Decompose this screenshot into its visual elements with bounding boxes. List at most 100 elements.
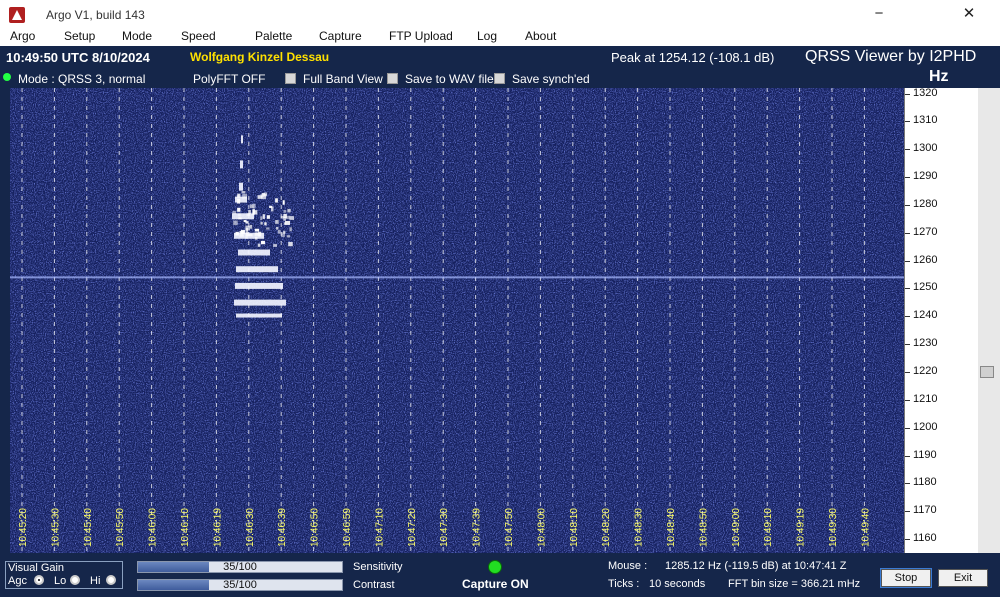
save-synched-checkbox[interactable] [494, 73, 505, 84]
frequency-tick [905, 427, 910, 429]
signal-speckle [254, 236, 258, 240]
signal-speckle [254, 232, 260, 236]
level-slider-knob[interactable] [980, 366, 994, 378]
frequency-label: 1230 [913, 337, 938, 350]
signal-speckle [288, 242, 293, 247]
save-wav-checkbox[interactable] [387, 73, 398, 84]
exit-button[interactable]: Exit [938, 569, 988, 587]
signal-speckle [233, 220, 238, 226]
frequency-tick [905, 288, 910, 290]
agc-radio[interactable] [34, 575, 44, 585]
signal-speckle [248, 210, 251, 215]
signal-blob [239, 182, 243, 191]
contrast-slider[interactable]: 35/100 [137, 579, 343, 591]
frequency-label: 1180 [913, 476, 937, 489]
time-label: 10:48:20 [601, 508, 612, 547]
utc-clock: 10:49:50 UTC 8/10/2024 [6, 50, 150, 65]
frequency-tick [905, 204, 910, 206]
agc-label: Agc [8, 575, 27, 587]
save-synched-label: Save synch'ed [512, 72, 590, 86]
menu-log[interactable]: Log [477, 29, 497, 43]
stop-button[interactable]: Stop [880, 568, 932, 588]
sensitivity-slider[interactable]: 35/100 [137, 561, 343, 573]
minimize-button[interactable]: − [864, 4, 894, 24]
menu-about[interactable]: About [525, 29, 556, 43]
save-wav-label: Save to WAV file [405, 72, 494, 86]
time-label: 10:45:20 [18, 508, 29, 547]
signal-speckle [285, 215, 291, 220]
frequency-label: 1280 [913, 197, 938, 210]
signal-speckle [287, 208, 291, 213]
signal-speckle [266, 227, 270, 230]
frequency-scale: 1320 1310 1300 1290 1280 1270 1260 1250 1240 1230… [904, 87, 978, 553]
time-label: 10:49:40 [860, 508, 871, 547]
mouse-readout: 1285.12 Hz (-119.5 dB) at 10:47:41 Z [665, 560, 847, 572]
brand-label: QRSS Viewer by I2PHD [805, 48, 977, 65]
signal-speckle [281, 232, 285, 238]
menu-ftp-upload[interactable]: FTP Upload [389, 29, 453, 43]
signal-speckle [257, 195, 263, 199]
signal-blob [241, 135, 243, 144]
menu-mode[interactable]: Mode [122, 29, 152, 43]
menu-bar: Argo Setup Mode Speed Palette Capture FT… [0, 28, 1000, 46]
frequency-tick [905, 177, 910, 179]
signal-speckle [241, 191, 246, 194]
signal-speckle [269, 205, 273, 208]
mouse-label: Mouse : [608, 560, 648, 572]
status-led-icon [3, 73, 11, 81]
lo-radio[interactable] [70, 575, 80, 585]
signal-speckle [248, 233, 253, 237]
time-label: 10:48:30 [634, 508, 645, 547]
frequency-label: 1260 [913, 253, 938, 266]
frequency-label: 1300 [913, 142, 938, 155]
signal-speckle [245, 231, 249, 237]
time-label: 10:45:40 [83, 508, 94, 547]
menu-speed[interactable]: Speed [181, 29, 216, 43]
station-name: Wolfgang Kinzel Dessau [190, 50, 330, 64]
menu-capture[interactable]: Capture [319, 29, 362, 43]
full-band-label: Full Band View [303, 72, 383, 86]
time-label: 10:49:00 [731, 508, 742, 547]
signal-blob [234, 299, 286, 306]
signal-speckle [237, 207, 241, 212]
frequency-tick [905, 539, 910, 541]
signal-speckle [254, 228, 260, 232]
waterfall-display[interactable]: 10:45:20 10:45:30 10:45:40 10:45:50 10:46:00… [10, 88, 904, 553]
frequency-label: 1190 [913, 448, 937, 461]
signal-speckle [238, 217, 242, 220]
time-label: 10:46:39 [277, 508, 288, 547]
frequency-tick [905, 232, 910, 234]
frequency-tick [905, 344, 910, 346]
full-band-checkbox[interactable] [285, 73, 296, 84]
signal-blob [236, 266, 278, 273]
frequency-label: 1290 [913, 170, 938, 183]
menu-palette[interactable]: Palette [255, 29, 292, 43]
time-label: 10:47:20 [407, 508, 418, 547]
signal-speckle [264, 222, 267, 226]
polyfft-label: PolyFFT OFF [193, 72, 266, 86]
signal-speckle [282, 200, 285, 205]
frequency-tick [905, 511, 910, 513]
signal-speckle [245, 225, 250, 231]
signal-blob [232, 213, 254, 220]
menu-setup[interactable]: Setup [64, 29, 95, 43]
close-button[interactable]: ✕ [954, 4, 984, 24]
time-label: 10:46:50 [310, 508, 321, 547]
sensitivity-value: 35/100 [223, 561, 257, 573]
signal-speckle [275, 198, 278, 203]
waterfall-canvas: 10:45:20 10:45:30 10:45:40 10:45:50 10:46:00… [10, 88, 904, 553]
visual-gain-label: Visual Gain [8, 562, 65, 574]
time-label: 10:47:10 [374, 508, 385, 547]
level-slider-track[interactable] [978, 88, 1000, 553]
menu-argo[interactable]: Argo [10, 29, 35, 43]
time-label: 10:48:40 [666, 508, 677, 547]
frequency-tick [905, 455, 910, 457]
signal-blob [240, 160, 243, 169]
signal-speckle [238, 213, 241, 217]
hi-radio[interactable] [106, 575, 116, 585]
mode-label: Mode : QRSS 3, normal [18, 72, 146, 86]
signal-speckle [236, 194, 240, 198]
signal-blob [236, 313, 282, 318]
time-label: 10:48:50 [698, 508, 709, 547]
frequency-tick [905, 399, 910, 401]
